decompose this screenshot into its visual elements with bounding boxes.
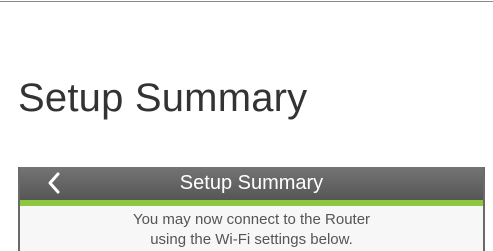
app-screenshot-frame: Setup Summary You may now connect to the…: [18, 167, 485, 251]
app-title: Setup Summary: [179, 172, 324, 194]
message-line-2: using the Wi-Fi settings below.: [150, 231, 353, 248]
message-line-1: You may now connect to the Router: [132, 211, 371, 228]
top-divider: [0, 1, 493, 2]
app-title-bar: Setup Summary: [20, 167, 483, 200]
page-title: Setup Summary: [18, 76, 308, 120]
summary-message: You may now connect to the Router using …: [20, 210, 483, 250]
accent-bar: [20, 200, 483, 206]
